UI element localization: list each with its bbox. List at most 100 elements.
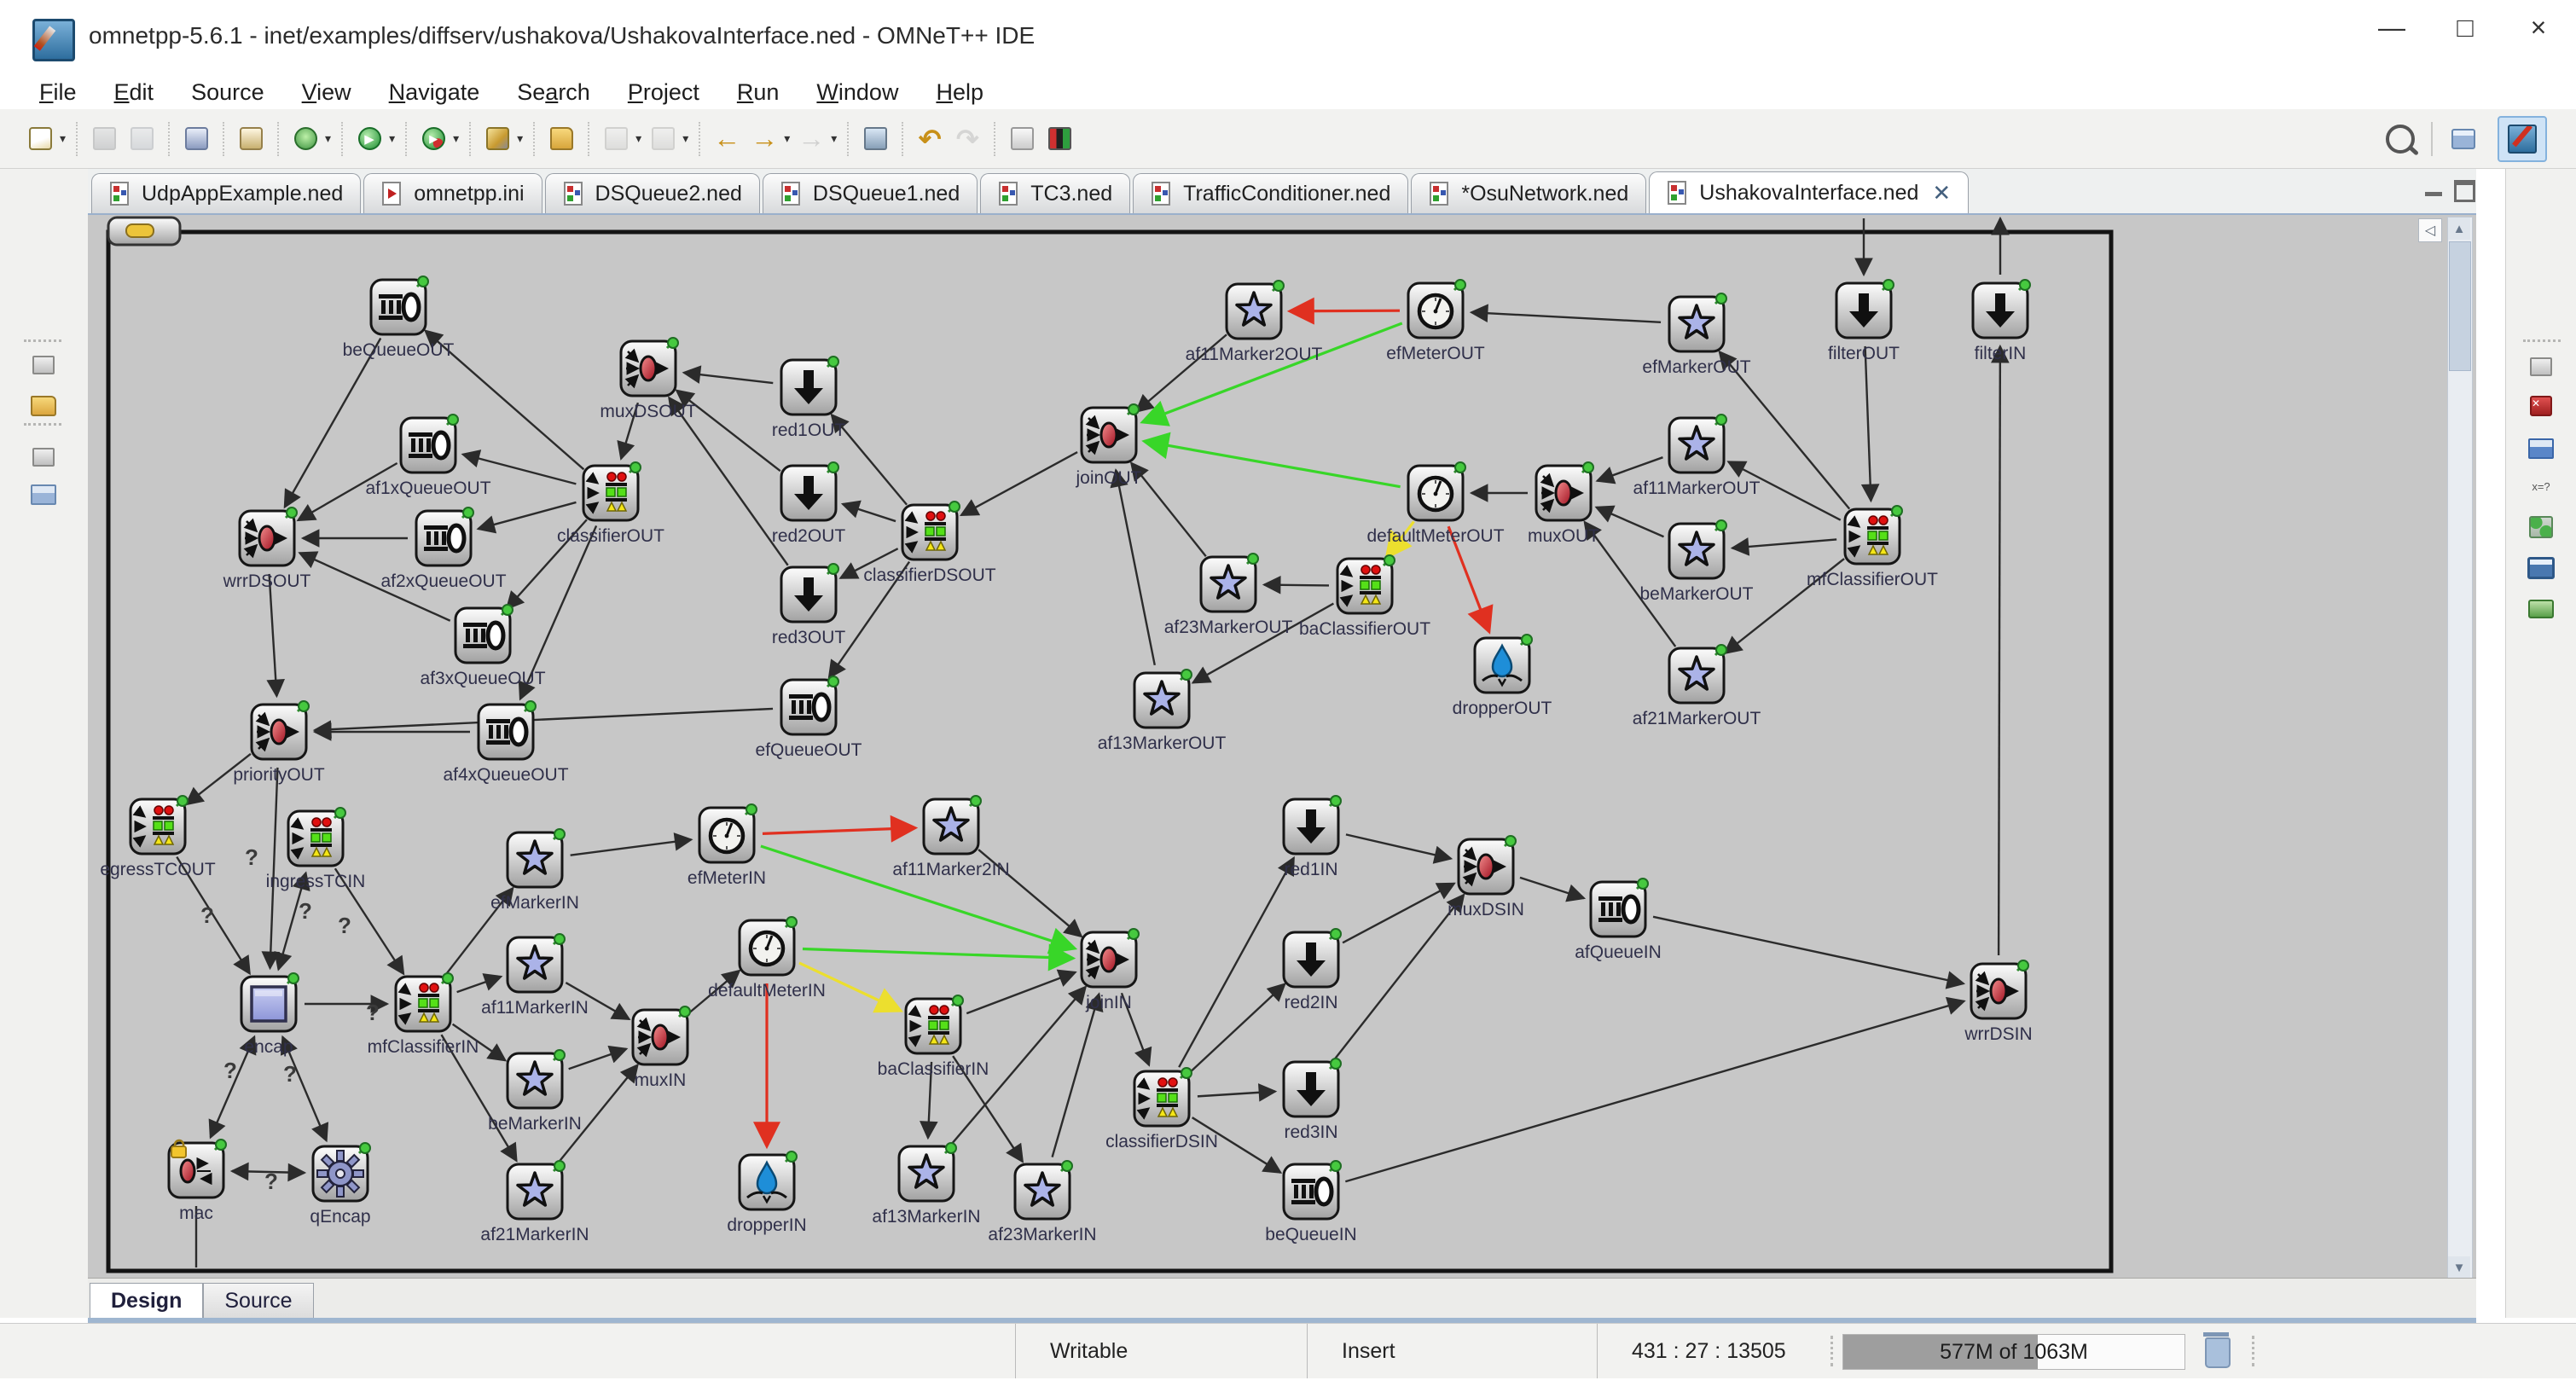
rail-handle[interactable] [24,339,61,347]
import-wizard-icon[interactable] [543,122,579,156]
tab-DSQueue2ned[interactable]: DSQueue2.ned [545,173,760,213]
node-qEncap[interactable]: qEncap [308,1141,373,1227]
tab-TrafficConditionerned[interactable]: TrafficConditioner.ned [1133,173,1408,213]
node-filterIN[interactable]: filterIN [1973,280,2030,363]
node-dropperOUT[interactable]: dropperOUT [1453,635,1552,718]
garbage-collect-icon[interactable] [2205,1337,2231,1368]
run-icon[interactable]: ▶ [351,122,387,156]
node-muxDSIN[interactable]: muxDSIN [1448,836,1524,919]
tab-UdpAppExamplened[interactable]: UdpAppExample.ned [91,173,361,213]
tab-UshakovaInterfacened[interactable]: UshakovaInterface.ned✕ [1649,171,1969,213]
edge-filterOUT-mfClassifierOUT[interactable] [1865,346,1871,501]
edge-efMarkerIN-efMeterIN[interactable] [571,839,692,855]
search-torch-icon[interactable] [479,122,515,156]
project-explorer-icon[interactable] [29,392,58,420]
node-red3OUT[interactable]: red3OUT [772,564,846,647]
tab-close-icon[interactable]: ✕ [1932,180,1951,206]
node-wrrDSOUT[interactable]: wrrDSOUT [223,508,311,591]
node-red1IN[interactable]: red1IN [1284,796,1341,879]
edge-red3IN-muxDSIN[interactable] [1333,895,1464,1061]
edge-joinOUT-classifierDSOUT[interactable] [961,452,1077,515]
node-beQueueOUT[interactable]: beQueueOUT [343,276,455,360]
node-af21MarkerIN[interactable]: af21MarkerIN [480,1161,589,1244]
edge-red1OUT-muxDSOUT[interactable] [684,373,774,383]
edge-af23MarkerOUT-joinOUT[interactable] [1131,463,1206,556]
dropdown-caret-icon[interactable]: ▾ [784,131,790,146]
node-red1OUT[interactable]: red1OUT [772,357,846,440]
edge-defaultMeterIN-joinIN[interactable] [803,948,1073,958]
menu-view[interactable]: View [283,78,370,107]
menu-project[interactable]: Project [609,78,718,107]
rail-handle[interactable] [24,423,61,431]
node-joinIN[interactable]: joinIN [1082,929,1139,1012]
open-perspective-icon[interactable] [2445,122,2481,156]
node-mfClassifierIN[interactable]: mfClassifierIN [368,973,479,1057]
edge-classifierDSOUT-red2OUT[interactable] [843,504,896,521]
node-muxDSOUT[interactable]: muxDSOUT [600,338,696,421]
node-baClassifierOUT[interactable]: baClassifierOUT [1299,555,1430,639]
node-ingressTCIN[interactable]: ingressTCIN [266,808,366,891]
tab-omnetppini[interactable]: omnetpp.ini [363,173,542,213]
menu-navigate[interactable]: Navigate [370,78,499,107]
pin-editor-icon[interactable] [1004,122,1040,156]
palette-module-icon[interactable] [2527,595,2556,623]
print-icon[interactable] [178,122,214,156]
node-classifierDSIN[interactable]: classifierDSIN [1105,1068,1218,1151]
minimize-editor-icon[interactable] [2422,177,2447,200]
forward-icon[interactable]: → [746,122,782,156]
tab-TC3ned[interactable]: TC3.ned [980,173,1130,213]
node-beMarkerIN[interactable]: beMarkerIN [488,1050,582,1134]
edge-classifierDSIN-red1IN[interactable] [1179,858,1294,1067]
run-flag-icon[interactable] [1041,122,1077,156]
node-af11MarkerIN[interactable]: af11MarkerIN [481,934,589,1018]
menu-file[interactable]: File [20,78,96,107]
node-efQueueOUT[interactable]: efQueueOUT [756,676,862,760]
node-af11Marker2IN[interactable]: af11Marker2IN [892,796,1009,879]
node-priorityOUT[interactable]: priorityOUT [233,701,325,785]
node-classifierDSOUT[interactable]: classifierDSOUT [863,502,995,585]
problems-view-icon[interactable]: ✕ [2527,392,2556,420]
edge-muxDSIN-afQueueIN[interactable] [1520,878,1584,898]
ned-inheritance-icon[interactable] [2527,513,2556,541]
edge-efMarkerOUT-efMeterOUT[interactable] [1471,312,1661,322]
edge-afQueueIN-wrrDSIN[interactable] [1653,917,1964,983]
node-muxIN[interactable]: muxIN [633,1006,690,1090]
edge-baClassifierOUT-af23MarkerOUT[interactable] [1264,585,1329,586]
console-view-icon[interactable] [2527,554,2556,582]
maximize-button[interactable]: □ [2429,5,2501,49]
node-efMeterIN[interactable]: efMeterIN [688,804,766,888]
menu-run[interactable]: Run [718,78,798,107]
edge-mfClassifierOUT-beMarkerOUT[interactable] [1732,539,1836,548]
edge-classifierOUT-af2xQueueOUT[interactable] [479,502,577,529]
minimize-button[interactable]: — [2356,5,2428,49]
close-button[interactable]: × [2503,5,2574,49]
node-red2OUT[interactable]: red2OUT [772,462,846,546]
vertical-scrollbar[interactable]: ▲ ▼ [2447,217,2473,1279]
node-encap[interactable]: encap [241,973,299,1057]
node-defaultMeterIN[interactable]: defaultMeterIN [708,917,826,1000]
edge-red1IN-muxDSIN[interactable] [1346,834,1451,858]
edge-efMeterOUT-af11Marker2OUT[interactable] [1290,310,1400,311]
menu-search[interactable]: Search [498,78,609,107]
node-dropperIN[interactable]: dropperIN [727,1151,806,1235]
menu-window[interactable]: Window [798,78,917,107]
edge-af11MarkerOUT-muxOUT[interactable] [1598,457,1663,481]
ned-doc-icon[interactable] [233,122,269,156]
node-filterOUT[interactable]: filterOUT [1828,280,1900,363]
edge-beMarkerIN-muxIN[interactable] [569,1049,627,1069]
menu-edit[interactable]: Edit [96,78,173,107]
node-af3xQueueOUT[interactable]: af3xQueueOUT [420,605,545,688]
edge-baClassifierOUT-af13MarkerOUT[interactable] [1193,604,1334,683]
scroll-down-icon[interactable]: ▼ [2448,1256,2470,1279]
node-mfClassifierOUT[interactable]: mfClassifierOUT [1807,506,1938,589]
node-afQueueIN[interactable]: afQueueIN [1575,879,1662,962]
node-af21MarkerOUT[interactable]: af21MarkerOUT [1633,645,1761,728]
node-muxOUT[interactable]: muxOUT [1528,462,1599,546]
node-egressTCOUT[interactable]: egressTCOUT [100,796,216,879]
ned-parameters-icon[interactable]: x=? [2527,473,2556,500]
node-efMarkerIN[interactable]: efMarkerIN [490,829,579,913]
edge-beQueueIN-wrrDSIN[interactable] [1345,1001,1964,1181]
edge-af13MarkerOUT-joinOUT[interactable] [1116,470,1155,665]
edge-efMeterIN-af11Marker2IN[interactable] [763,828,915,834]
node-af13MarkerIN[interactable]: af13MarkerIN [872,1143,980,1227]
